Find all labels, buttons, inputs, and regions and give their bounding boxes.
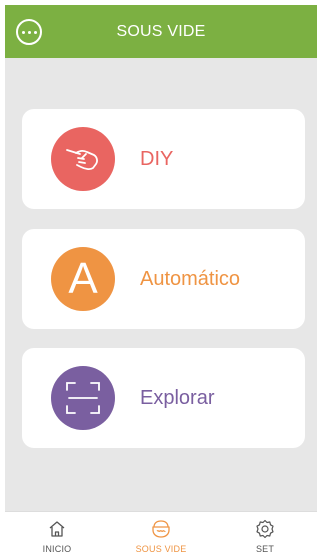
diy-label: DIY (140, 147, 174, 170)
diy-card[interactable]: DIY (22, 109, 305, 209)
automatic-icon-badge: A (51, 247, 115, 311)
home-icon (49, 521, 65, 537)
scan-icon (66, 382, 100, 414)
tab-set[interactable]: SET (213, 512, 317, 555)
tab-sous-vide-label: SOUS VIDE (135, 544, 187, 554)
more-circle-icon (21, 30, 37, 34)
page-title: SOUS VIDE (116, 22, 206, 40)
tab-inicio-label: INICIO (42, 544, 72, 554)
bottom-nav: INICIO SOUS VIDE SET (5, 511, 317, 555)
app-header: SOUS VIDE (5, 5, 317, 58)
gear-icon (256, 519, 274, 539)
automatic-label: Automático (140, 267, 241, 290)
automatic-card[interactable]: A Automático (22, 229, 305, 329)
hand-icon (66, 149, 98, 170)
explore-icon-badge (51, 366, 115, 430)
pot-icon (152, 520, 170, 538)
app-screen: SOUS VIDE DIY A Automático Explorar INIC… (5, 5, 317, 555)
explore-label: Explorar (140, 386, 215, 409)
tab-set-label: SET (255, 544, 275, 554)
more-button[interactable] (16, 19, 42, 45)
explore-card[interactable]: Explorar (22, 348, 305, 448)
diy-icon-badge (51, 127, 115, 191)
tab-sous-vide[interactable]: SOUS VIDE (109, 512, 213, 555)
tab-inicio[interactable]: INICIO (5, 512, 109, 555)
letter-a-icon: A (68, 254, 98, 303)
